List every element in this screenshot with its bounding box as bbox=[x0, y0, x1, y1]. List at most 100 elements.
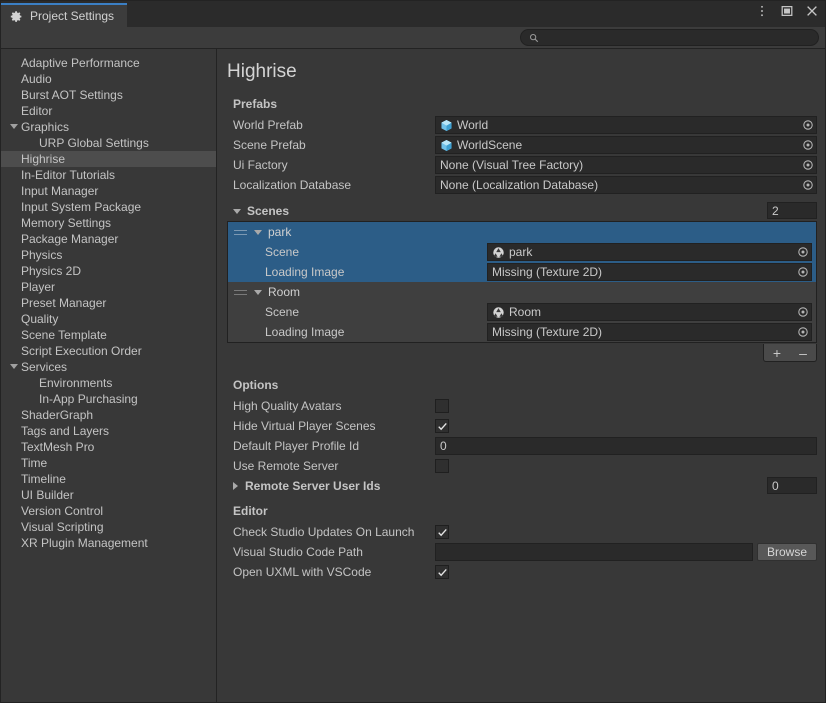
object-field[interactable]: None (Localization Database) bbox=[435, 176, 817, 194]
remove-scene-button[interactable]: – bbox=[790, 344, 816, 361]
sidebar-item-visual-scripting[interactable]: Visual Scripting bbox=[1, 519, 216, 535]
sidebar-item-label: Quality bbox=[21, 312, 59, 326]
settings-sidebar[interactable]: Adaptive Performance Audio Burst AOT Setti… bbox=[1, 49, 217, 702]
chevron-down-icon[interactable] bbox=[10, 124, 18, 129]
project-settings-window: Project Settings Adaptive Performance Au… bbox=[0, 0, 826, 703]
object-picker-icon[interactable] bbox=[795, 244, 811, 260]
field-label: Loading Image bbox=[265, 325, 345, 339]
sidebar-item-shadergraph[interactable]: ShaderGraph bbox=[1, 407, 216, 423]
toolbar bbox=[1, 27, 825, 49]
prefabs-field-group: World Prefab World Scene Prefab WorldScene U… bbox=[227, 115, 817, 195]
scenes-header[interactable]: Scenes bbox=[227, 201, 817, 221]
maximize-icon[interactable] bbox=[780, 4, 794, 18]
page-title: Highrise bbox=[227, 61, 297, 82]
sidebar-item-preset-manager[interactable]: Preset Manager bbox=[1, 295, 216, 311]
sidebar-item-version-control[interactable]: Version Control bbox=[1, 503, 216, 519]
default-player-profile-id-input[interactable] bbox=[435, 437, 817, 455]
chevron-down-icon[interactable] bbox=[254, 229, 262, 235]
object-field[interactable]: park bbox=[487, 243, 812, 261]
row-hide-virtual-player-scenes: Hide Virtual Player Scenes bbox=[227, 416, 817, 436]
sidebar-item-quality[interactable]: Quality bbox=[1, 311, 216, 327]
scene-entry-header[interactable]: park bbox=[228, 222, 816, 242]
sidebar-item-label: Timeline bbox=[21, 472, 66, 486]
sidebar-item-physics-2d[interactable]: Physics 2D bbox=[1, 263, 216, 279]
scene-entry-header[interactable]: Room bbox=[228, 282, 816, 302]
sidebar-item-input-manager[interactable]: Input Manager bbox=[1, 183, 216, 199]
sidebar-item-label: Player bbox=[21, 280, 56, 294]
scenes-count-field[interactable] bbox=[767, 202, 817, 219]
sidebar-item-memory-settings[interactable]: Memory Settings bbox=[1, 215, 216, 231]
object-field[interactable]: Room bbox=[487, 303, 812, 321]
kebab-menu-icon[interactable] bbox=[755, 4, 769, 18]
remote-server-user-ids-count-field[interactable] bbox=[767, 477, 817, 494]
sidebar-item-physics[interactable]: Physics bbox=[1, 247, 216, 263]
sidebar-item-tags-and-layers[interactable]: Tags and Layers bbox=[1, 423, 216, 439]
sidebar-item-audio[interactable]: Audio bbox=[1, 71, 216, 87]
object-picker-icon[interactable] bbox=[795, 324, 811, 340]
sidebar-item-ui-builder[interactable]: UI Builder bbox=[1, 487, 216, 503]
scene-entry[interactable]: Room Scene Room Loading Image Missing (Textu… bbox=[228, 282, 816, 342]
sidebar-item-input-system-package[interactable]: Input System Package bbox=[1, 199, 216, 215]
sidebar-item-highrise[interactable]: Highrise bbox=[1, 151, 216, 167]
add-scene-button[interactable]: + bbox=[764, 344, 790, 361]
object-picker-icon[interactable] bbox=[800, 137, 816, 153]
object-picker-icon[interactable] bbox=[795, 304, 811, 320]
vscode-path-input[interactable] bbox=[435, 543, 753, 561]
sidebar-item-editor[interactable]: Editor bbox=[1, 103, 216, 119]
sidebar-item-urp-global-settings[interactable]: URP Global Settings bbox=[1, 135, 216, 151]
drag-handle-icon[interactable] bbox=[234, 288, 247, 297]
object-field-value: WorldScene bbox=[457, 138, 523, 152]
field-label: Scene Prefab bbox=[233, 138, 306, 152]
hide-virtual-player-scenes-checkbox[interactable] bbox=[435, 419, 449, 433]
field-label: World Prefab bbox=[233, 118, 303, 132]
open-uxml-vscode-checkbox[interactable] bbox=[435, 565, 449, 579]
chevron-down-icon[interactable] bbox=[254, 289, 262, 295]
object-field[interactable]: None (Visual Tree Factory) bbox=[435, 156, 817, 174]
sidebar-item-package-manager[interactable]: Package Manager bbox=[1, 231, 216, 247]
sidebar-item-timeline[interactable]: Timeline bbox=[1, 471, 216, 487]
remote-server-user-ids-header[interactable]: Remote Server User Ids bbox=[227, 476, 817, 496]
object-picker-icon[interactable] bbox=[795, 264, 811, 280]
drag-handle-icon[interactable] bbox=[234, 228, 247, 237]
sidebar-item-label: XR Plugin Management bbox=[21, 536, 148, 550]
sidebar-item-burst-aot-settings[interactable]: Burst AOT Settings bbox=[1, 87, 216, 103]
row-loading-image: Loading Image Missing (Texture 2D) bbox=[228, 262, 816, 282]
chevron-right-icon[interactable] bbox=[233, 482, 238, 490]
tab-project-settings[interactable]: Project Settings bbox=[1, 3, 127, 27]
search-box[interactable] bbox=[520, 29, 819, 46]
object-picker-icon[interactable] bbox=[800, 177, 816, 193]
hide-virtual-player-scenes-label: Hide Virtual Player Scenes bbox=[233, 419, 376, 433]
use-remote-server-label: Use Remote Server bbox=[233, 459, 339, 473]
chevron-down-icon[interactable] bbox=[10, 364, 18, 369]
sidebar-item-graphics[interactable]: Graphics bbox=[1, 119, 216, 135]
sidebar-item-textmesh-pro[interactable]: TextMesh Pro bbox=[1, 439, 216, 455]
check-studio-updates-checkbox[interactable] bbox=[435, 525, 449, 539]
chevron-down-icon[interactable] bbox=[233, 208, 241, 214]
sidebar-item-services[interactable]: Services bbox=[1, 359, 216, 375]
sidebar-item-label: Package Manager bbox=[21, 232, 119, 246]
sidebar-item-scene-template[interactable]: Scene Template bbox=[1, 327, 216, 343]
sidebar-item-adaptive-performance[interactable]: Adaptive Performance bbox=[1, 55, 216, 71]
scenes-heading-label: Scenes bbox=[247, 204, 290, 218]
sidebar-item-environments[interactable]: Environments bbox=[1, 375, 216, 391]
object-picker-icon[interactable] bbox=[800, 117, 816, 133]
object-field[interactable]: WorldScene bbox=[435, 136, 817, 154]
scene-entry[interactable]: park Scene park Loading Image Missing (Textu… bbox=[228, 222, 816, 282]
sidebar-item-script-execution-order[interactable]: Script Execution Order bbox=[1, 343, 216, 359]
object-picker-icon[interactable] bbox=[800, 157, 816, 173]
sidebar-item-label: In-App Purchasing bbox=[39, 392, 138, 406]
object-field[interactable]: Missing (Texture 2D) bbox=[487, 263, 812, 281]
sidebar-item-xr-plugin-management[interactable]: XR Plugin Management bbox=[1, 535, 216, 551]
browse-button[interactable]: Browse bbox=[756, 543, 817, 561]
sidebar-item-in-editor-tutorials[interactable]: In-Editor Tutorials bbox=[1, 167, 216, 183]
scene-entry-name: Room bbox=[268, 285, 301, 299]
object-field[interactable]: World bbox=[435, 116, 817, 134]
high-quality-avatars-checkbox[interactable] bbox=[435, 399, 449, 413]
object-field[interactable]: Missing (Texture 2D) bbox=[487, 323, 812, 341]
sidebar-item-in-app-purchasing[interactable]: In-App Purchasing bbox=[1, 391, 216, 407]
use-remote-server-checkbox[interactable] bbox=[435, 459, 449, 473]
search-input[interactable] bbox=[544, 31, 810, 44]
close-icon[interactable] bbox=[805, 4, 819, 18]
sidebar-item-time[interactable]: Time bbox=[1, 455, 216, 471]
sidebar-item-player[interactable]: Player bbox=[1, 279, 216, 295]
